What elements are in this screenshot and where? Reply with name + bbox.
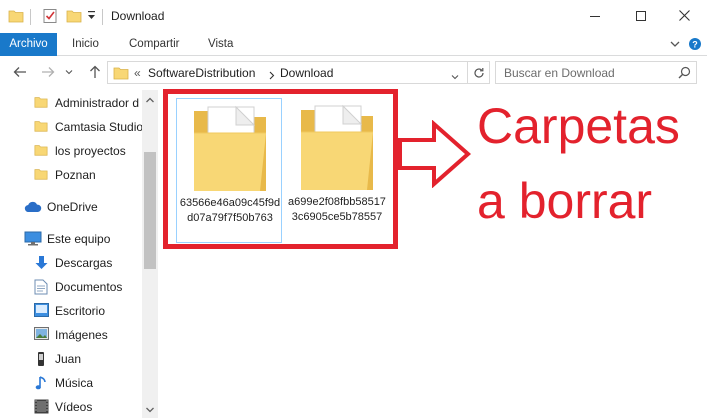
back-button[interactable] [10,62,30,82]
arrow-up-icon [90,65,100,78]
breadcrumb-overflow[interactable]: « [134,66,141,80]
annotation-text-line1: Carpetas [477,98,680,154]
computer-icon [24,231,42,249]
nav-item-label: OneDrive [47,200,98,214]
videos-icon [34,399,49,417]
new-folder-icon[interactable] [66,8,82,27]
breadcrumb-softwaredistribution[interactable]: SoftwareDistribution [148,66,255,80]
maximize-button[interactable] [618,0,664,31]
refresh-icon [473,67,484,78]
chevron-right-icon[interactable] [269,69,275,83]
nav-item-label: Vídeos [55,400,93,414]
nav-item-musica[interactable]: Música [0,372,143,394]
forward-button[interactable] [38,62,58,82]
folder-icon [34,167,48,184]
nav-item-label: los proyectos [55,144,126,158]
nav-item-label: Administrador d [55,96,140,110]
title-bar: Download [0,0,707,33]
search-icon[interactable] [678,66,691,82]
help-icon[interactable]: ? [688,37,702,51]
nav-item-poznan[interactable]: Poznan [0,164,143,186]
breadcrumb-download[interactable]: Download [280,66,333,80]
downloads-icon [34,255,49,274]
nav-item-label: Imágenes [55,328,108,342]
desktop-icon [34,303,49,320]
svg-text:?: ? [692,40,698,50]
nav-scrollbar[interactable] [142,90,158,418]
nav-item-label: Poznan [55,168,96,182]
toolbar-separator [30,9,31,25]
nav-item-documentos[interactable]: Documentos [0,276,143,298]
nav-item-label: Documentos [55,280,123,294]
chevron-down-icon[interactable] [451,69,459,83]
cloud-icon [24,201,42,216]
recent-locations-button[interactable] [62,62,76,82]
nav-item-administrador[interactable]: Administrador d [0,92,143,114]
search-input[interactable] [496,62,676,83]
close-button[interactable] [661,0,707,31]
minimize-button[interactable] [572,0,618,31]
window-title: Download [111,9,165,23]
folder-icon [8,8,24,27]
up-button[interactable] [85,62,105,82]
tab-compartir[interactable]: Compartir [129,33,179,56]
annotation-arrow-icon [398,120,472,188]
chevron-down-icon [65,70,73,75]
tab-vista[interactable]: Vista [208,33,233,56]
nav-item-label: Camtasia Studio [55,120,143,134]
customize-toolbar-icon[interactable] [87,10,96,25]
ribbon: Archivo Inicio Compartir Vista ? [0,33,707,56]
toolbar-separator [102,9,103,25]
pictures-icon [34,327,49,343]
nav-item-label: Música [55,376,94,390]
maximize-icon [636,10,646,21]
address-bar[interactable]: « SoftwareDistribution Download [107,61,468,84]
nav-item-videos[interactable]: Vídeos [0,396,143,418]
scroll-thumb[interactable] [144,152,156,269]
properties-icon[interactable] [42,8,58,27]
nav-item-label: Escritorio [55,304,106,318]
nav-item-label: Juan [55,352,82,366]
music-icon [35,375,48,394]
scroll-down-icon[interactable] [145,404,155,414]
close-icon [678,10,690,21]
folder-icon [113,65,129,84]
minimize-icon [590,15,600,17]
nav-item-descargas[interactable]: Descargas [0,252,143,274]
arrow-right-icon [42,67,55,77]
nav-item-onedrive[interactable]: OneDrive [0,196,143,218]
nav-item-este-equipo[interactable]: Este equipo [0,228,143,250]
search-box[interactable] [495,61,697,84]
nav-item-imagenes[interactable]: Imágenes [0,324,143,346]
folder-icon [34,119,48,136]
tab-inicio[interactable]: Inicio [72,33,99,56]
folder-icon [34,143,48,160]
documents-icon [34,279,48,298]
nav-item-label: Este equipo [47,232,111,246]
user-icon [36,351,46,370]
tab-archivo[interactable]: Archivo [0,33,57,56]
expand-ribbon-icon[interactable] [668,37,682,51]
nav-item-camtasia[interactable]: Camtasia Studio [0,116,143,138]
arrow-left-icon [13,67,26,77]
refresh-button[interactable] [467,61,490,84]
nav-item-juan[interactable]: Juan [0,348,143,370]
annotation-highlight-box [163,89,398,249]
navigation-pane: Administrador d Camtasia Studio los proy… [0,90,158,418]
nav-item-escritorio[interactable]: Escritorio [0,300,143,322]
scroll-up-icon[interactable] [145,94,155,104]
nav-item-label: Descargas [55,256,113,270]
nav-item-proyectos[interactable]: los proyectos [0,140,143,162]
annotation-text-line2: a borrar [477,173,653,229]
folder-icon [34,95,48,112]
